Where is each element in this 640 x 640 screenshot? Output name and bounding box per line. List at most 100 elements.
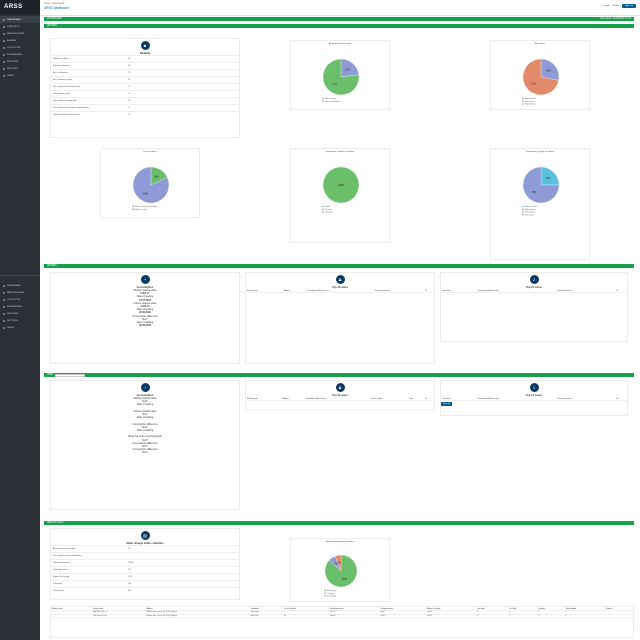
column-header[interactable]: Consumption difference (m³): [304, 397, 370, 402]
column-header[interactable]: Address: [282, 289, 307, 294]
logout-link[interactable]: Logout: [603, 5, 610, 7]
column-header[interactable]: Current readout: [369, 397, 409, 402]
meter-change-card: ▤ Meter change status statistics All met…: [50, 528, 240, 600]
nav-dot-icon: [3, 53, 5, 56]
legend-swatch: [322, 211, 324, 213]
pie-title-3: Device status: [143, 151, 157, 153]
legend-swatch: [322, 100, 324, 102]
legend-swatch: [522, 97, 524, 100]
legend-swatch: [322, 205, 324, 208]
legend-label[interactable]: Heat meters: [525, 211, 535, 214]
sidebar-item-mapping-alert[interactable]: MAPPING ALERT: [0, 30, 40, 37]
sidebar-item-collector[interactable]: COLLECTOR: [0, 44, 40, 51]
sign-out-button[interactable]: Sign out: [621, 4, 636, 8]
sidebar2-item-collector[interactable]: COLLECTOR: [0, 296, 40, 303]
legend-swatch: [324, 589, 326, 592]
legend-label[interactable]: Water meters: [325, 97, 336, 100]
table-row: No. of meters not read (active) 0: [51, 83, 239, 91]
nav-dot-icon: [3, 305, 5, 308]
legend-label[interactable]: Changed: [327, 593, 334, 595]
sidebar2-item-mapping-alert[interactable]: MAPPING ALERT: [0, 289, 40, 296]
gauge-icon: ◔: [140, 383, 150, 392]
sidebar2-item-dashboard[interactable]: DASHBOARD: [0, 282, 40, 289]
column-header[interactable]: Consumption difference (m³): [476, 397, 557, 402]
legend-label[interactable]: Meter is read in the last day: [135, 205, 157, 208]
sidebar-item-engineering[interactable]: ENGINEERING: [0, 51, 40, 58]
table-cell: 0: [508, 614, 538, 619]
chart-icon: ▤: [140, 531, 150, 540]
sidebar-item-label: COLLECTOR: [7, 298, 21, 301]
sidebar-item-label: MAPPING ALERT: [7, 291, 25, 294]
consumption-card-2: ◔ Consumption Starting readout value 0 m³…: [50, 380, 240, 510]
date-bar-label: DATE: [47, 374, 53, 376]
reading-bar-label: READING: [47, 25, 58, 27]
legend-label[interactable]: Heat meters: [525, 100, 535, 103]
column-header[interactable]: Zone name: [441, 397, 477, 402]
legend-label[interactable]: Water meters: [525, 208, 536, 211]
row-label: Changed meters: [51, 566, 127, 574]
legend-label[interactable]: Gateways: [325, 211, 333, 214]
legend-label[interactable]: Radio meters: [525, 103, 536, 106]
nav-dot-icon: [3, 291, 5, 294]
column-header[interactable]: Consumption difference (m³): [306, 289, 374, 294]
sidebar-item-network[interactable]: NETWORK: [0, 58, 40, 65]
legend-swatch: [522, 100, 524, 102]
sidebar-item-settings[interactable]: SETTINGS: [0, 65, 40, 72]
show-all-button[interactable]: Show all: [441, 402, 452, 407]
column-header[interactable]: Current readout (m³): [556, 397, 616, 402]
column-header[interactable]: Metering point: [246, 289, 283, 294]
column-header[interactable]: Id: [424, 289, 434, 294]
legend-label[interactable]: Valves: [325, 206, 330, 208]
top-users-card: ♟ Top 10 users Metering point Address Cons…: [245, 272, 435, 364]
sidebar2-item-settings[interactable]: SETTINGS: [0, 317, 40, 324]
sidebar2-item-tasks[interactable]: TASKS: [0, 324, 40, 331]
legend-label[interactable]: Heat cost allocators: [325, 100, 341, 103]
table-row: Changed meters 7%: [51, 566, 239, 574]
legend-label[interactable]: Meter not read: [135, 208, 147, 211]
pie-card-2: All meters 28% 72% Water meters Heat meters…: [490, 40, 590, 110]
users-icon: ♟: [335, 275, 345, 284]
consumption-card: ◔ Consumption Starting readout value 2.40…: [50, 272, 240, 364]
table-header-row: Metering point Address Consumption differe…: [246, 289, 434, 294]
table-cell: Total 4: [379, 614, 426, 619]
legend-label[interactable]: Sensors: [325, 209, 332, 211]
column-header[interactable]: Current readout (m³): [373, 289, 425, 294]
sidebar2-item-network[interactable]: NETWORK: [0, 310, 40, 317]
table-row[interactable]: Test Barcel (el.) 02 Mladen Iadin v jeszc…: [51, 614, 633, 619]
row-value: 0: [126, 90, 239, 98]
legend-label[interactable]: For change: [327, 596, 336, 598]
column-header[interactable]: Id: [424, 397, 434, 402]
legend-swatch: [522, 214, 524, 216]
column-header[interactable]: Id: [615, 289, 627, 294]
row-label: No. of meters (active): [51, 76, 127, 84]
breadcrumb[interactable]: Home / Dashboard: [44, 2, 64, 5]
top-zones-card-2: 1 Top 10 zones Zone name Consumption diff…: [440, 380, 628, 416]
column-header[interactable]: Zone: [408, 397, 425, 402]
sidebar-item-tasks[interactable]: TASKS: [0, 72, 40, 79]
pie-title-5: Distribution by type of meters: [525, 151, 555, 153]
column-header[interactable]: Address: [281, 397, 305, 402]
legend-label[interactable]: Water meters: [525, 97, 536, 100]
legend-swatch: [522, 208, 524, 210]
column-header[interactable]: Zone name: [441, 289, 477, 294]
row-label: Meters for change: [51, 573, 127, 581]
row-value: 47: [126, 76, 239, 84]
meters-bar: METERS: [44, 264, 634, 268]
sidebar: ARSS DASHBOARD STATISTICS MAPPING ALERT ALA…: [0, 0, 40, 640]
sidebar2-item-engineering[interactable]: ENGINEERING: [0, 303, 40, 310]
top-zones-card: 2 Top 10 zones Zone name Consumption diff…: [440, 272, 628, 342]
legend-label[interactable]: Electric meters: [525, 205, 537, 208]
date-select[interactable]: [54, 373, 85, 377]
sidebar-item-dashboard[interactable]: DASHBOARD: [0, 16, 40, 23]
column-header[interactable]: Current readout (m³): [556, 289, 616, 294]
column-header[interactable]: Id: [615, 397, 627, 402]
sidebar-item-alarms[interactable]: ALARMS: [0, 37, 40, 44]
column-header[interactable]: Consumption difference (m³): [476, 289, 557, 294]
column-header[interactable]: Metering point: [246, 397, 282, 402]
legend-label[interactable]: Gas meters: [525, 213, 534, 216]
app-logo[interactable]: ARSS: [0, 0, 40, 14]
sidebar-divider: [0, 275, 40, 276]
profile-link[interactable]: Profile: [613, 5, 619, 7]
sidebar-item-statistics[interactable]: STATISTICS: [0, 23, 40, 30]
legend-label[interactable]: Remaining: [327, 590, 336, 592]
